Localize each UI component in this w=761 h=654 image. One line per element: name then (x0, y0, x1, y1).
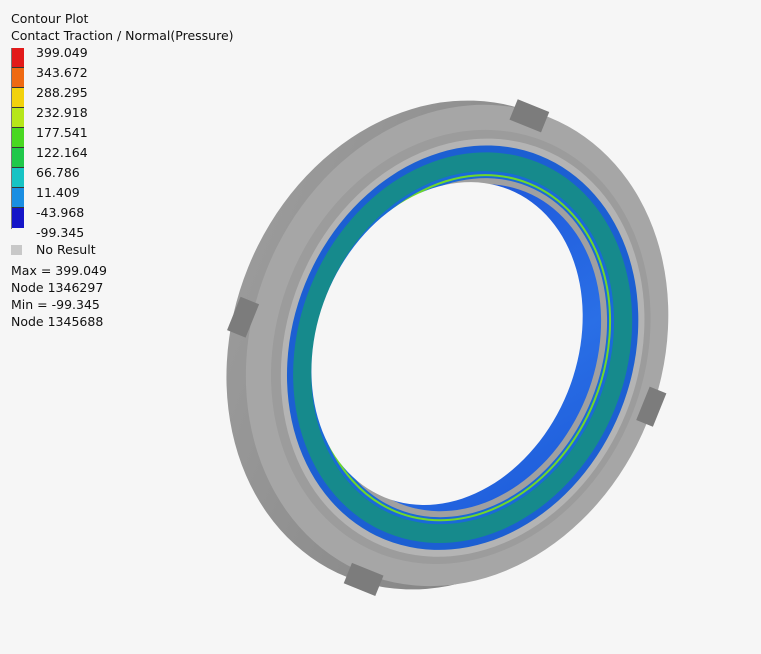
contact-ring[interactable] (152, 29, 748, 654)
model-viewport[interactable] (0, 0, 761, 654)
